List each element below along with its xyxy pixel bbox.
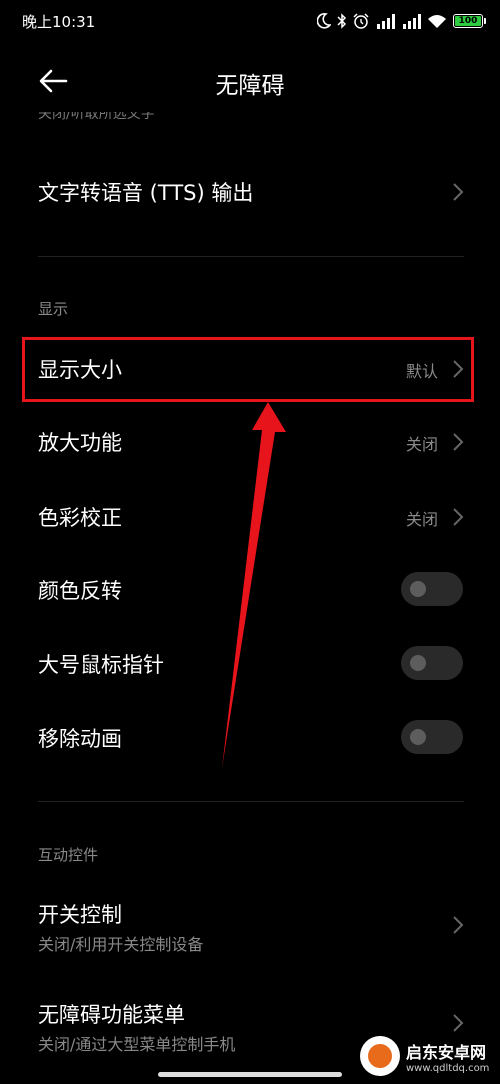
toggle-knob: [410, 655, 426, 671]
color-correction-row[interactable]: 色彩校正 关闭: [0, 485, 500, 547]
switch-access-subtitle: 关闭/利用开关控制设备: [38, 935, 204, 954]
display-size-row[interactable]: 显示大小 默认: [0, 337, 500, 402]
remove-animations-label: 移除动画: [38, 727, 122, 751]
watermark: 启东安卓网 www.qdltdq.com: [360, 1028, 500, 1084]
large-pointer-toggle[interactable]: [401, 646, 463, 680]
magnification-value: 关闭: [405, 435, 438, 454]
tts-output-label: 文字转语音 (TTS) 输出: [38, 181, 254, 205]
accessibility-menu-label: 无障碍功能菜单: [38, 1003, 185, 1027]
signal-icon: [403, 14, 421, 29]
switch-access-row[interactable]: 开关控制 关闭/利用开关控制设备: [0, 890, 500, 962]
switch-access-label: 开关控制: [38, 903, 122, 927]
color-correction-value: 关闭: [405, 510, 438, 529]
moon-icon: [317, 13, 331, 29]
bluetooth-icon: [337, 13, 347, 29]
large-pointer-label: 大号鼠标指针: [38, 653, 164, 677]
color-inversion-row: 颜色反转: [0, 558, 500, 620]
wifi-icon: [428, 15, 446, 28]
watermark-url: www.qdltdq.com: [406, 1062, 490, 1074]
status-time: 晚上10:31: [22, 13, 96, 31]
status-icons: 100: [317, 10, 486, 32]
battery-icon: 100: [453, 14, 486, 28]
status-bar: 晚上10:31 100: [0, 0, 500, 44]
divider: [38, 801, 464, 802]
partial-row-subtitle: 关闭/听取所选文字: [38, 112, 155, 122]
magnification-label: 放大功能: [38, 431, 122, 455]
color-inversion-label: 颜色反转: [38, 579, 122, 603]
section-title-display: 显示: [38, 300, 69, 318]
tts-output-row[interactable]: 文字转语音 (TTS) 输出: [0, 160, 500, 224]
home-indicator[interactable]: [158, 1072, 342, 1077]
magnification-row[interactable]: 放大功能 关闭: [0, 410, 500, 472]
signal-icon: [377, 14, 395, 29]
display-size-label: 显示大小: [38, 358, 122, 382]
toggle-knob: [410, 729, 426, 745]
remove-animations-row: 移除动画: [0, 706, 500, 768]
alarm-icon: [353, 13, 369, 29]
page-title: 无障碍: [215, 73, 285, 99]
toggle-knob: [410, 581, 426, 597]
chevron-right-icon: [453, 433, 464, 451]
color-inversion-toggle[interactable]: [401, 572, 463, 606]
display-size-value: 默认: [405, 362, 438, 381]
header: 无障碍: [0, 52, 500, 112]
remove-animations-toggle[interactable]: [401, 720, 463, 754]
watermark-name: 启东安卓网: [406, 1042, 487, 1062]
large-pointer-row: 大号鼠标指针: [0, 632, 500, 694]
battery-level: 100: [455, 16, 481, 26]
chevron-right-icon: [453, 183, 464, 201]
watermark-logo-icon: [360, 1036, 400, 1076]
chevron-right-icon: [453, 360, 464, 378]
chevron-right-icon: [453, 508, 464, 526]
divider: [38, 256, 464, 257]
chevron-right-icon: [453, 916, 464, 934]
color-correction-label: 色彩校正: [38, 506, 122, 530]
section-title-interaction: 互动控件: [38, 846, 99, 864]
accessibility-menu-subtitle: 关闭/通过大型菜单控制手机: [38, 1035, 236, 1054]
